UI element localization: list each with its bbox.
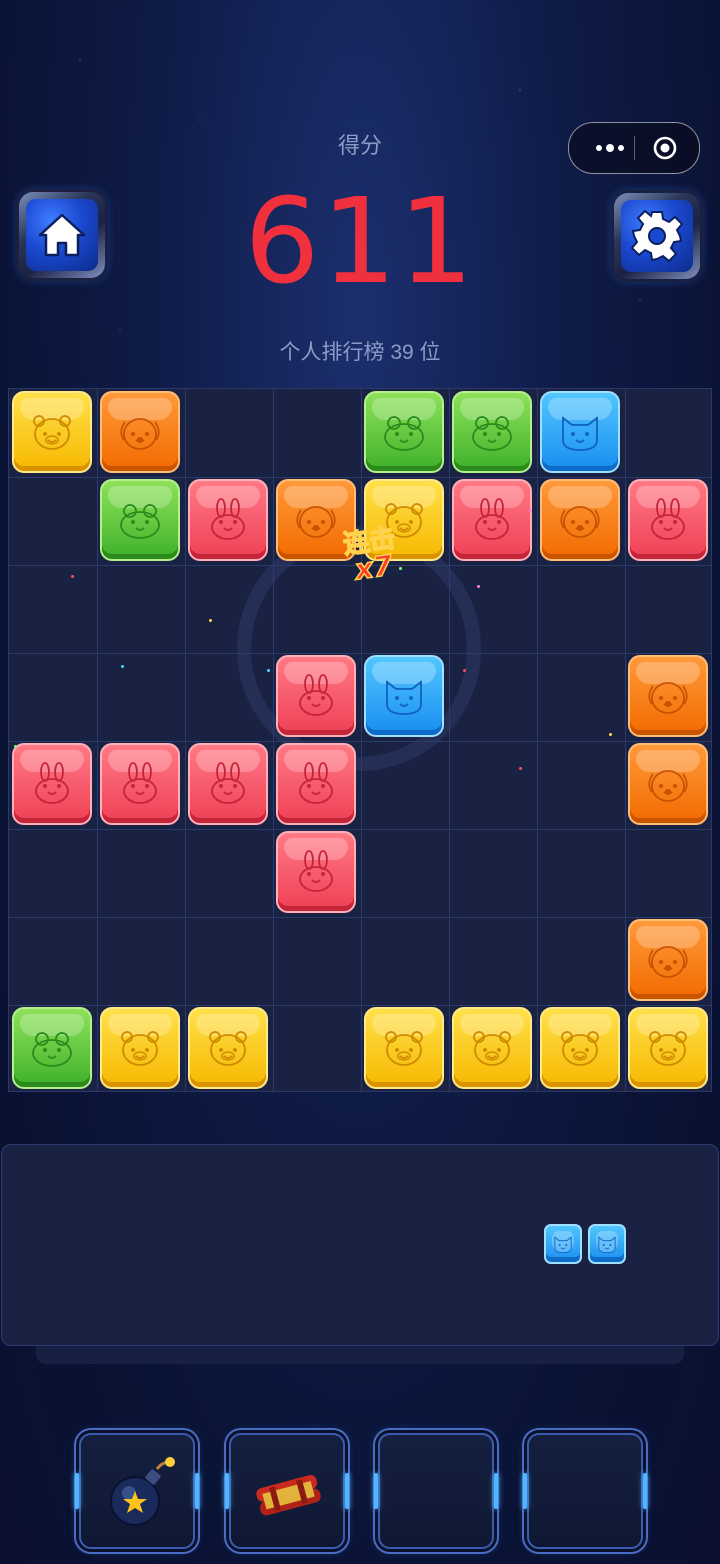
sparkle-particle [71, 575, 74, 578]
cat-face-icon [595, 1233, 619, 1255]
block-orange-dog [628, 655, 708, 737]
combo-multiplier: x7 [352, 548, 395, 587]
block-yellow-bear [628, 1007, 708, 1089]
powerup-slot-empty-2[interactable] [523, 1433, 647, 1549]
frog-face-icon [27, 1026, 77, 1070]
block-blue-cat [364, 655, 444, 737]
sparkle-particle [267, 669, 270, 672]
block-orange-dog [628, 919, 708, 1001]
powerup-slot-firecracker[interactable] [225, 1433, 349, 1549]
block-red-rabbit [12, 743, 92, 825]
block-red-rabbit [188, 743, 268, 825]
block-yellow-bear [364, 1007, 444, 1089]
block-green-frog [364, 391, 444, 473]
tray-piece-block[interactable] [544, 1224, 582, 1264]
cat-face-icon [551, 1233, 575, 1255]
block-green-frog [452, 391, 532, 473]
grid-line-horizontal [9, 917, 711, 918]
rabbit-face-icon [643, 498, 693, 542]
block-red-rabbit [100, 743, 180, 825]
dog-face-icon [555, 498, 605, 542]
grid-line-horizontal [9, 829, 711, 830]
block-green-frog [12, 1007, 92, 1089]
block-red-rabbit [188, 479, 268, 561]
grid-line-horizontal [9, 1005, 711, 1006]
rabbit-face-icon [291, 762, 341, 806]
rabbit-face-icon [115, 762, 165, 806]
home-button[interactable] [19, 192, 105, 278]
sparkle-particle [14, 745, 17, 748]
bear-face-icon [379, 1026, 429, 1070]
bomb-icon [110, 1457, 175, 1526]
tray-base [36, 1346, 684, 1364]
cat-face-icon [379, 674, 429, 718]
block-green-frog [100, 479, 180, 561]
powerup-slot-empty-1[interactable] [374, 1433, 498, 1549]
block-red-rabbit [276, 743, 356, 825]
tray-piece-block[interactable] [588, 1224, 626, 1264]
rabbit-face-icon [203, 498, 253, 542]
sparkle-particle [519, 767, 522, 770]
sparkle-particle [463, 669, 466, 672]
block-yellow-bear [188, 1007, 268, 1089]
block-orange-dog [628, 743, 708, 825]
dog-face-icon [115, 410, 165, 454]
dog-face-icon [643, 938, 693, 982]
sparkle-particle [121, 665, 124, 668]
gear-icon [630, 209, 684, 263]
rabbit-face-icon [291, 850, 341, 894]
rank-text: 个人排行榜 39 位 [279, 341, 441, 364]
bear-face-icon [467, 1026, 517, 1070]
block-yellow-bear [540, 1007, 620, 1089]
frog-face-icon [467, 410, 517, 454]
block-red-rabbit [452, 479, 532, 561]
home-icon [38, 213, 86, 257]
sparkle-particle [529, 509, 532, 512]
bear-face-icon [555, 1026, 605, 1070]
firecracker-icon [256, 1474, 321, 1516]
block-red-rabbit [628, 479, 708, 561]
block-blue-cat [540, 391, 620, 473]
sparkle-particle [609, 733, 612, 736]
bear-face-icon [203, 1026, 253, 1070]
frog-face-icon [379, 410, 429, 454]
frog-face-icon [115, 498, 165, 542]
rabbit-face-icon [27, 762, 77, 806]
grid-line-vertical [449, 389, 450, 1091]
bear-face-icon [27, 410, 77, 454]
score-value: 611 [244, 172, 476, 310]
block-red-rabbit [276, 831, 356, 913]
rabbit-face-icon [467, 498, 517, 542]
rabbit-face-icon [203, 762, 253, 806]
rabbit-face-icon [291, 674, 341, 718]
grid-line-vertical [537, 389, 538, 1091]
block-yellow-bear [12, 391, 92, 473]
settings-button[interactable] [614, 193, 700, 279]
cat-face-icon [555, 410, 605, 454]
dog-face-icon [643, 674, 693, 718]
dog-face-icon [643, 762, 693, 806]
block-yellow-bear [100, 1007, 180, 1089]
powerup-slot-bomb[interactable] [75, 1433, 199, 1549]
combo-badge: 连击 x7 [327, 517, 417, 587]
game-board[interactable]: 连击 x7 [8, 388, 712, 1092]
block-yellow-bear [452, 1007, 532, 1089]
bear-face-icon [643, 1026, 693, 1070]
block-orange-dog [540, 479, 620, 561]
block-orange-dog [100, 391, 180, 473]
bear-face-icon [115, 1026, 165, 1070]
grid-line-vertical [625, 389, 626, 1091]
sparkle-particle [477, 585, 480, 588]
sparkle-particle [209, 619, 212, 622]
score-label: 得分 [337, 133, 382, 158]
grid-line-horizontal [9, 741, 711, 742]
block-red-rabbit [276, 655, 356, 737]
